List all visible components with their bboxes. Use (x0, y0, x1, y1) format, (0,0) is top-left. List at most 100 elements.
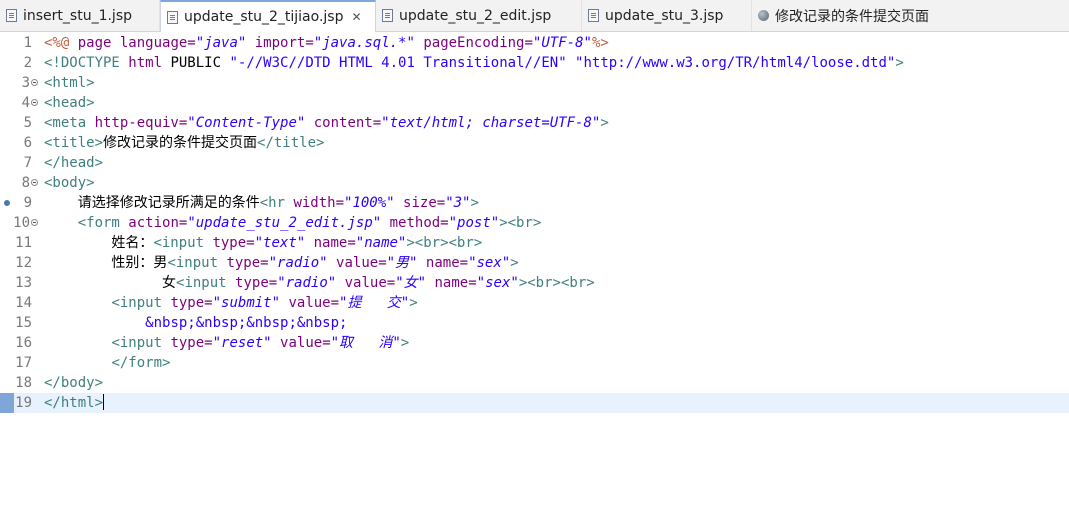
code-text[interactable]: <input type="submit" value="提 交"> (44, 293, 417, 313)
line-gutter[interactable]: 2 (0, 53, 42, 73)
code-text[interactable]: </form> (44, 353, 170, 373)
line-gutter[interactable]: 1 (0, 33, 42, 53)
code-token: </title> (257, 135, 325, 151)
code-text[interactable]: <html> (44, 73, 95, 93)
line-gutter[interactable]: 8 (0, 173, 42, 193)
tab-insert-stu-1[interactable]: insert_stu_1.jsp (0, 0, 160, 31)
code-text[interactable]: </head> (44, 153, 103, 173)
line-gutter[interactable]: 19 (0, 393, 42, 413)
line-gutter[interactable]: 7 (0, 153, 42, 173)
code-line[interactable]: 9 请选择修改记录所满足的条件<hr width="100%" size="3"… (0, 193, 1069, 213)
line-gutter[interactable]: 4 (0, 93, 42, 113)
code-line[interactable]: 10 <form action="update_stu_2_edit.jsp" … (0, 213, 1069, 233)
line-gutter[interactable]: 9 (0, 193, 42, 213)
code-text[interactable]: <input type="reset" value="取 消"> (44, 333, 409, 353)
fold-toggle-icon[interactable] (31, 99, 38, 106)
code-token: name= (313, 235, 356, 251)
code-text[interactable]: <head> (44, 93, 95, 113)
code-line[interactable]: 8 <body> (0, 173, 1069, 193)
code-token: "3" (445, 195, 471, 211)
code-line[interactable]: 17 </form> (0, 353, 1069, 373)
line-gutter[interactable]: 11 (0, 233, 42, 253)
code-token: "男" (386, 255, 426, 271)
line-gutter[interactable]: 10 (0, 213, 42, 233)
code-line[interactable]: 2 <!DOCTYPE html PUBLIC "-//W3C//DTD HTML… (0, 53, 1069, 73)
code-line[interactable]: 5 <meta http-equiv="Content-Type" content… (0, 113, 1069, 133)
line-gutter[interactable]: 6 (0, 133, 42, 153)
code-token: "提 交" (339, 295, 410, 311)
code-text[interactable]: 女<input type="radio" value="女" name="sex… (44, 273, 595, 293)
line-gutter[interactable]: 18 (0, 373, 42, 393)
code-text[interactable]: 请选择修改记录所满足的条件<hr width="100%" size="3"> (44, 193, 479, 213)
code-token: > (470, 195, 479, 211)
code-text[interactable]: <!DOCTYPE html PUBLIC "-//W3C//DTD HTML … (44, 53, 904, 73)
code-line[interactable]: 16 <input type="reset" value="取 消"> (0, 333, 1069, 353)
line-gutter[interactable]: 13 (0, 273, 42, 293)
code-text[interactable]: 姓名：<input type="text" name="name"><br><b… (44, 233, 482, 253)
code-text[interactable]: </html> (44, 393, 105, 413)
code-line[interactable]: 6 <title>修改记录的条件提交页面</title> (0, 133, 1069, 153)
code-line[interactable]: 13 女<input type="radio" value="女" name="… (0, 273, 1069, 293)
code-line[interactable]: 15 &nbsp;&nbsp;&nbsp;&nbsp; (0, 313, 1069, 333)
code-token: ><br><br> (406, 235, 483, 251)
line-number: 19 (15, 395, 32, 411)
line-gutter[interactable]: 12 (0, 253, 42, 273)
code-text[interactable]: 性别：男<input type="radio" value="男" name="… (44, 253, 518, 273)
fold-toggle-icon[interactable] (31, 179, 38, 186)
code-token: "http://www.w3.org/TR/html4/loose.dtd" (575, 55, 896, 71)
code-text[interactable]: <meta http-equiv="Content-Type" content=… (44, 113, 609, 133)
code-line[interactable]: 12 性别：男<input type="radio" value="男" nam… (0, 253, 1069, 273)
code-token: ><br> (499, 215, 542, 231)
line-gutter[interactable]: 5 (0, 113, 42, 133)
code-token: "name" (355, 235, 407, 251)
code-text[interactable]: </body> (44, 373, 103, 393)
code-token: action= (128, 215, 188, 231)
code-line[interactable]: 4 <head> (0, 93, 1069, 113)
code-text[interactable]: &nbsp;&nbsp;&nbsp;&nbsp; (44, 313, 347, 333)
code-line[interactable]: 1 <%@ page language="java" import="java.s… (0, 33, 1069, 53)
line-gutter[interactable]: 15 (0, 313, 42, 333)
line-number: 9 (23, 195, 32, 211)
line-number: 3 (21, 75, 30, 91)
tab-browser-preview[interactable]: 修改记录的条件提交页面 (752, 0, 952, 31)
tab-update-stu-2-tijiao[interactable]: update_stu_2_tijiao.jsp ✕ (160, 0, 376, 32)
tab-label: update_stu_2_tijiao.jsp (184, 9, 344, 25)
code-line[interactable]: 11 姓名：<input type="text" name="name"><br… (0, 233, 1069, 253)
code-line[interactable]: 3 <html> (0, 73, 1069, 93)
tab-update-stu-3[interactable]: update_stu_3.jsp (582, 0, 752, 31)
code-text[interactable]: <title>修改记录的条件提交页面</title> (44, 133, 324, 153)
code-token: > (400, 335, 410, 351)
code-text[interactable]: <body> (44, 173, 95, 193)
line-gutter[interactable]: 17 (0, 353, 42, 373)
code-line[interactable]: 19 </html> (0, 393, 1069, 413)
code-token: width= (293, 195, 345, 211)
code-token: "女" (395, 275, 435, 291)
code-line[interactable]: 18 </body> (0, 373, 1069, 393)
code-token: 性别：男 (44, 255, 168, 271)
fold-toggle-icon[interactable] (31, 219, 38, 226)
code-text[interactable]: <form action="update_stu_2_edit.jsp" met… (44, 213, 542, 233)
tab-label: update_stu_2_edit.jsp (399, 7, 552, 24)
code-token: "java" (195, 35, 255, 51)
annotation-marker-icon[interactable] (4, 200, 10, 206)
line-gutter[interactable]: 16 (0, 333, 42, 353)
close-icon[interactable]: ✕ (351, 10, 361, 24)
code-token: <title> (44, 135, 104, 151)
line-gutter[interactable]: 14 (0, 293, 42, 313)
code-token: %> (591, 35, 609, 51)
line-number: 2 (23, 55, 32, 71)
code-token: DOCTYPE (60, 55, 129, 71)
code-editor[interactable]: 1 <%@ page language="java" import="java.s… (0, 32, 1069, 510)
fold-toggle-icon[interactable] (31, 79, 38, 86)
code-text[interactable]: <%@ page language="java" import="java.sq… (44, 33, 609, 53)
jsp-file-icon (167, 10, 178, 24)
code-token: "text/html; charset=UTF-8" (381, 115, 601, 131)
code-token: <%@ (44, 35, 78, 51)
code-line[interactable]: 14 <input type="submit" value="提 交"> (0, 293, 1069, 313)
tab-label: insert_stu_1.jsp (23, 7, 132, 24)
tab-update-stu-2-edit[interactable]: update_stu_2_edit.jsp (376, 0, 582, 31)
line-gutter[interactable]: 3 (0, 73, 42, 93)
code-line[interactable]: 7 </head> (0, 153, 1069, 173)
